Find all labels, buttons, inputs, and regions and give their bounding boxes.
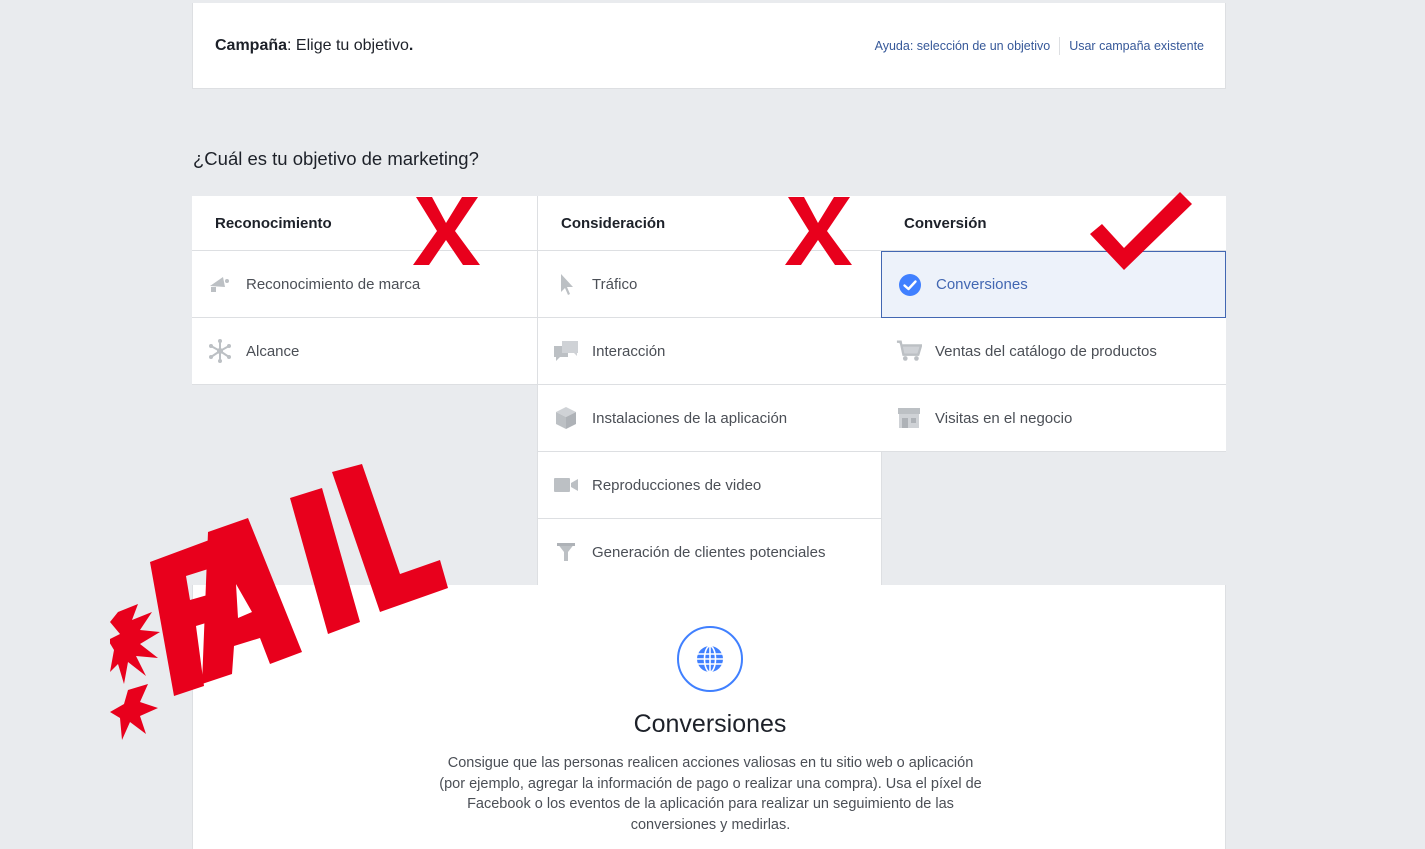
campaign-header: Campaña: Elige tu objetivo. Ayuda: selec…: [192, 3, 1226, 89]
column-awareness: Reconocimiento Reconocimiento de marca A…: [192, 196, 537, 385]
marketing-objective-question: ¿Cuál es tu objetivo de marketing?: [193, 148, 479, 169]
objective-store-visits[interactable]: Visitas en el negocio: [881, 385, 1226, 452]
objective-label: Instalaciones de la aplicación: [592, 409, 788, 427]
objective-label: Conversiones: [936, 276, 1028, 293]
cube-icon: [553, 405, 579, 431]
objective-label: Interacción: [592, 342, 666, 360]
objective-conversions[interactable]: Conversiones: [881, 251, 1226, 318]
column-consideration: Consideración Tráfico Interacción Instal…: [537, 196, 882, 586]
help-objective-link[interactable]: Ayuda: selección de un objetivo: [875, 39, 1051, 53]
page-title: Campaña: Elige tu objetivo.: [215, 37, 413, 55]
objective-video-views[interactable]: Reproducciones de video: [538, 452, 881, 519]
chat-bubbles-icon: [553, 338, 579, 364]
objective-label: Ventas del catálogo de productos: [935, 342, 1157, 360]
column-heading-conversion: Conversión: [881, 196, 1226, 251]
objective-app-installs[interactable]: Instalaciones de la aplicación: [538, 385, 881, 452]
title-period: .: [408, 36, 414, 54]
objective-catalog-sales[interactable]: Ventas del catálogo de productos: [881, 318, 1226, 385]
objective-lead-generation[interactable]: Generación de clientes potenciales: [538, 519, 881, 586]
checkmark-circle-icon: [897, 272, 923, 298]
objective-engagement[interactable]: Interacción: [538, 318, 881, 385]
detail-description: Consigue que las personas realicen accio…: [439, 755, 982, 833]
video-camera-icon: [553, 472, 579, 498]
objective-label: Tráfico: [592, 275, 638, 293]
title-campaign: Campaña: [215, 36, 288, 54]
objective-label: Reproducciones de video: [592, 476, 762, 494]
funnel-icon: [553, 539, 579, 565]
detail-title: Conversiones: [633, 710, 787, 738]
globe-icon: [677, 626, 743, 692]
cursor-icon: [553, 271, 579, 297]
objective-brand-awareness[interactable]: Reconocimiento de marca: [192, 251, 537, 318]
use-existing-campaign-link[interactable]: Usar campaña existente: [1069, 39, 1204, 53]
objective-label: Visitas en el negocio: [935, 409, 1073, 427]
objective-detail-panel: Conversiones Consigue que las personas r…: [192, 585, 1226, 849]
column-heading-awareness: Reconocimiento: [192, 196, 537, 251]
column-conversion: Conversión Conversiones Ventas del catál…: [881, 196, 1226, 452]
objective-traffic[interactable]: Tráfico: [538, 251, 881, 318]
column-heading-consideration: Consideración: [538, 196, 881, 251]
cart-icon: [896, 338, 922, 364]
link-divider: [1059, 36, 1061, 55]
header-links: Ayuda: selección de un objetivo Usar cam…: [875, 36, 1204, 55]
megaphone-icon: [207, 271, 233, 297]
store-icon: [896, 405, 922, 431]
title-objective: : Elige tu objetivo: [287, 36, 409, 54]
objective-label: Reconocimiento de marca: [246, 275, 421, 293]
objective-label: Generación de clientes potenciales: [592, 543, 826, 561]
objective-label: Alcance: [246, 342, 300, 360]
objective-reach[interactable]: Alcance: [192, 318, 537, 385]
reach-icon: [207, 338, 233, 364]
